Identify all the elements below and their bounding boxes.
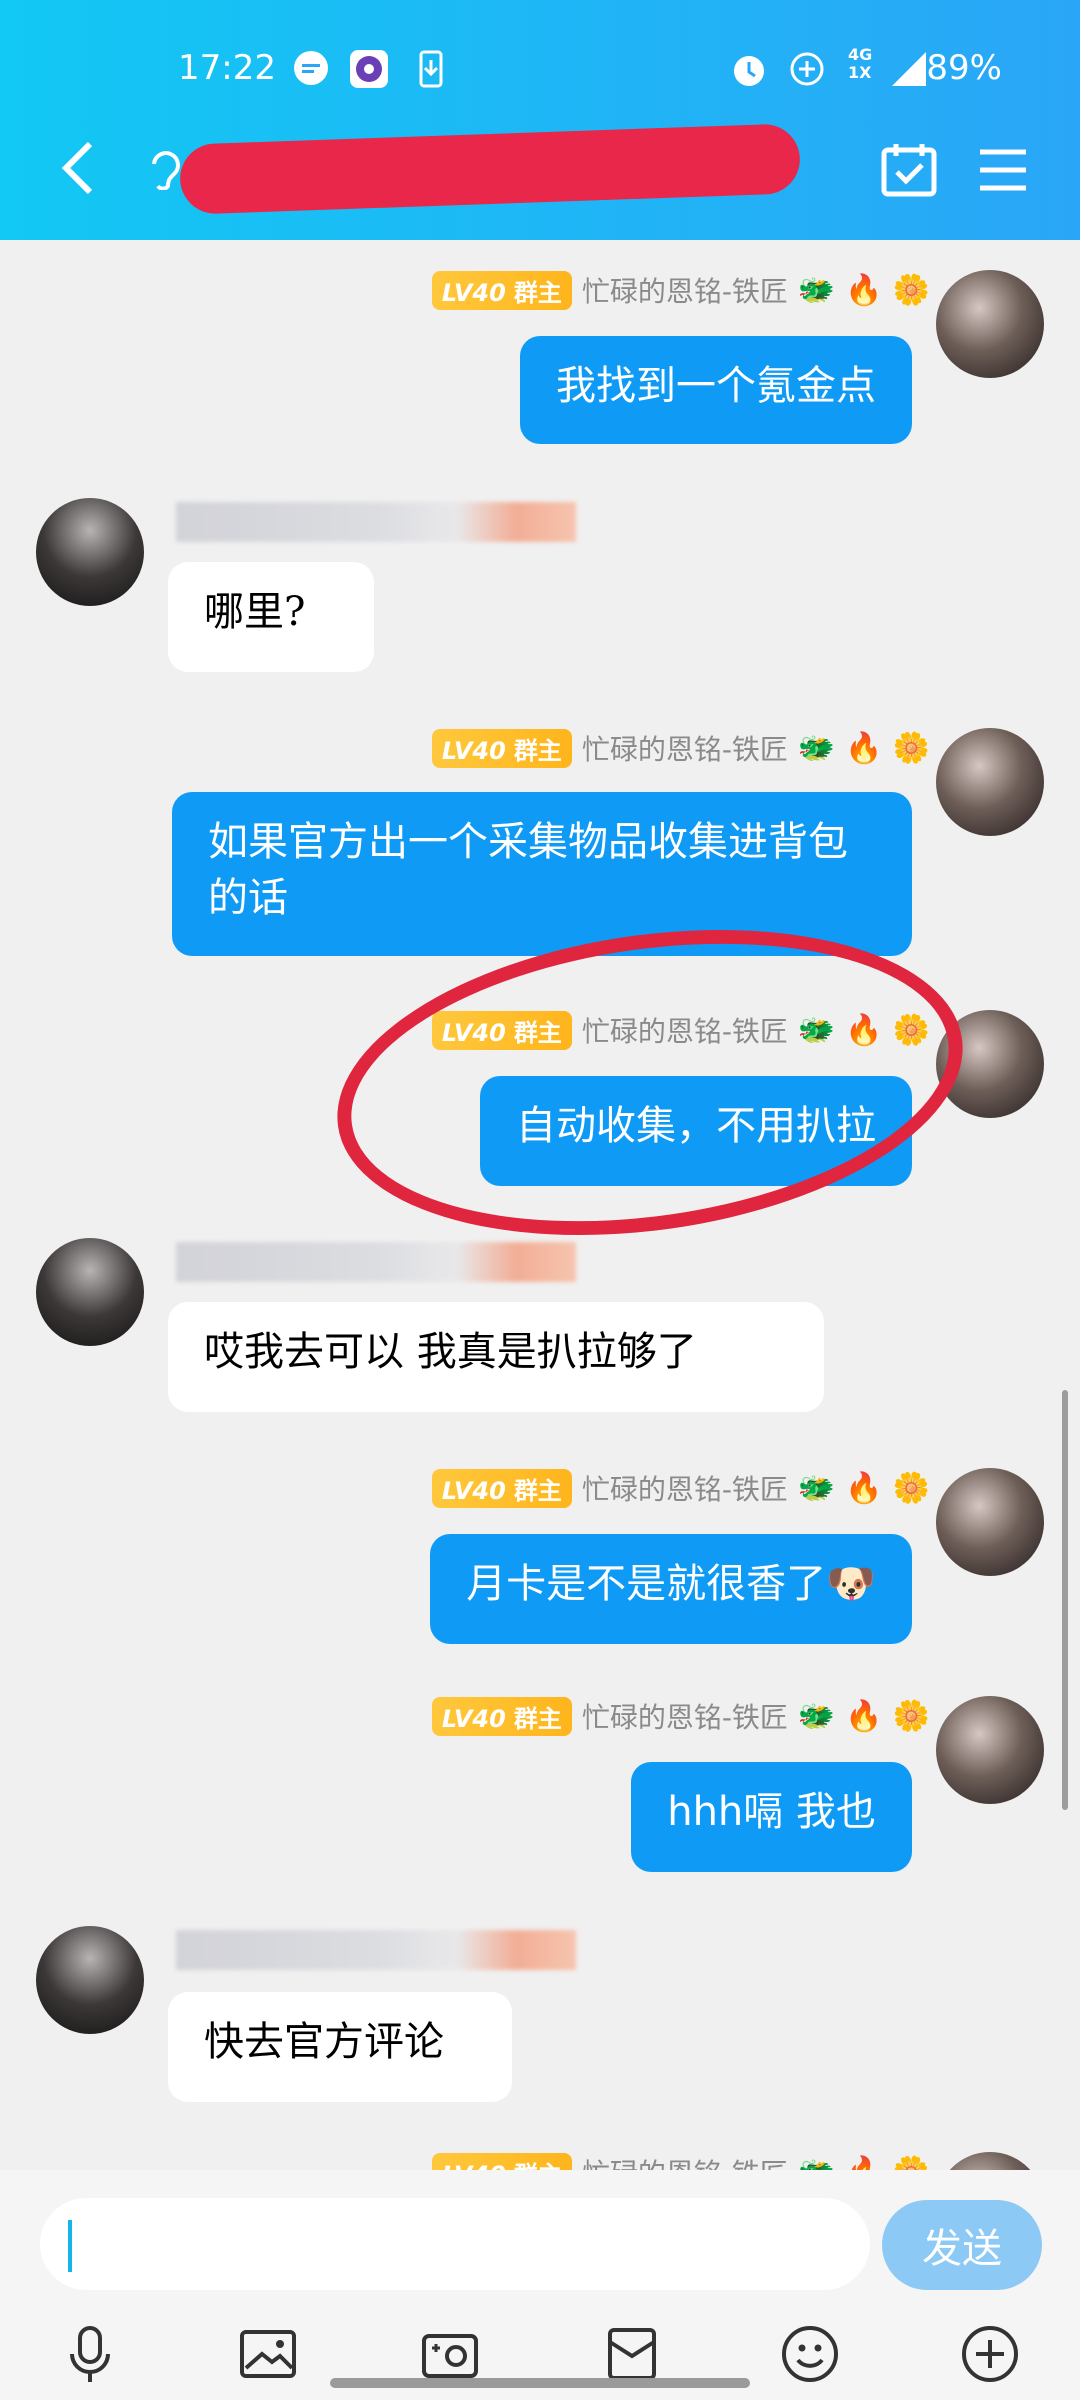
dragon-badge-icon: 🐲 [797, 1012, 836, 1048]
battery-level: 89% [926, 48, 1002, 88]
sender-name-blurred [176, 502, 576, 542]
hongbao-icon[interactable] [600, 2322, 664, 2386]
message-bubble[interactable]: hhh嗝 我也 [631, 1762, 912, 1872]
home-indicator[interactable] [330, 2378, 750, 2388]
back-icon[interactable] [58, 140, 98, 196]
fire-badge-icon: 🔥 [845, 2155, 882, 2171]
avatar[interactable] [936, 1010, 1044, 1118]
message-bubble[interactable]: 月卡是不是就很香了🐶 [430, 1534, 912, 1644]
dragon-badge-icon: 🐲 [797, 730, 836, 766]
message-bubble[interactable]: 自动收集，不用扒拉 [480, 1076, 912, 1186]
fire-badge-icon: 🔥 [845, 730, 883, 766]
level-badge: LV40群主 [431, 1010, 572, 1050]
send-button[interactable]: 发送 [882, 2200, 1042, 2290]
level-badge: LV40群主 [431, 1468, 572, 1508]
sender-name-blurred [176, 1930, 576, 1970]
avatar[interactable] [936, 270, 1044, 378]
message-bubble[interactable]: 哎我去可以 我真是扒拉够了 [168, 1302, 824, 1412]
dragon-badge-icon: 🐲 [797, 1470, 836, 1506]
ear-icon[interactable] [146, 148, 182, 190]
sender-meta: LV40群主 忙碌的恩铭-铁匠 🐲 🔥 🌼 [431, 1010, 930, 1050]
emoji-icon[interactable] [778, 2322, 842, 2386]
fire-badge-icon: 🔥 [845, 1470, 883, 1506]
download-icon [419, 50, 443, 88]
message-bubble[interactable]: 哪里? [168, 562, 374, 672]
plus-icon[interactable] [958, 2322, 1022, 2386]
text-caret [68, 2220, 72, 2272]
dragon-badge-icon: 🐲 [798, 2155, 835, 2171]
avatar[interactable] [36, 1926, 144, 2034]
avatar[interactable] [936, 2152, 1044, 2170]
scrollbar[interactable] [1062, 1390, 1068, 1810]
chat-bubble-icon [294, 51, 328, 85]
flower-badge-icon: 🌼 [892, 1470, 930, 1506]
flower-badge-icon: 🌼 [892, 1012, 930, 1048]
flower-badge-icon: 🌼 [893, 2155, 930, 2171]
avatar[interactable] [36, 1238, 144, 1346]
avatar[interactable] [936, 1696, 1044, 1804]
level-badge: LV40群主 [431, 728, 572, 768]
dragon-badge-icon: 🐲 [797, 1698, 836, 1734]
sender-name: 忙碌的恩铭-铁匠 [581, 275, 788, 308]
sender-meta: LV40群主 忙碌的恩铭-铁匠 🐲 🔥 🌼 [431, 728, 930, 768]
level-badge: LV40群主 [431, 2152, 572, 2170]
status-bar: 17:22 4G 1X 89% [0, 40, 1080, 100]
camera-icon[interactable] [418, 2322, 482, 2386]
sender-meta: LV40群主 忙碌的恩铭-铁匠 🐲 🔥 🌼 [431, 1468, 930, 1508]
message-input[interactable] [40, 2198, 870, 2290]
image-icon[interactable] [236, 2322, 300, 2386]
chat-messages[interactable]: LV40 群主 忙碌的恩铭-铁匠 🐲 🔥 🌼 我找到一个氪金点 哪里? LV40 群… [0, 240, 1080, 2170]
sender-name: 忙碌的恩铭-铁匠 [581, 733, 788, 766]
message-bubble[interactable]: 我找到一个氪金点 [520, 336, 912, 444]
level-badge: LV40群主 [431, 270, 572, 310]
data-saver-icon [790, 52, 824, 86]
calendar-check-icon[interactable] [880, 140, 938, 198]
sender-name: 忙碌的恩铭-铁匠 [581, 1015, 788, 1048]
level-badge: LV40群主 [431, 1696, 572, 1736]
signal-icon [892, 52, 926, 86]
sender-name: 忙碌的恩铭-铁匠 [581, 1473, 788, 1506]
alarm-icon [734, 56, 764, 86]
camera-lens-icon [350, 50, 388, 88]
microphone-icon[interactable] [58, 2322, 122, 2386]
fire-badge-icon: 🔥 [845, 1012, 883, 1048]
message-bubble[interactable]: 如果官方出一个采集物品收集进背包的话 [172, 792, 912, 956]
fire-badge-icon: 🔥 [845, 272, 883, 308]
sender-name: 忙碌的恩铭-铁匠 [582, 2152, 788, 2170]
sender-meta: LV40群主 忙碌的恩铭-铁匠 🐲 🔥 🌼 [431, 270, 930, 310]
flower-badge-icon: 🌼 [892, 1698, 930, 1734]
flower-badge-icon: 🌼 [892, 272, 930, 308]
input-bar: 发送 [0, 2170, 1080, 2400]
avatar[interactable] [936, 728, 1044, 836]
sender-name-blurred [176, 1242, 576, 1282]
message-bubble[interactable]: 快去官方评论 [168, 1992, 512, 2102]
top-bar: 17:22 4G1X 89% ) [0, 0, 1080, 240]
status-time: 17:22 [178, 48, 276, 88]
dragon-badge-icon: 🐲 [797, 272, 836, 308]
flower-badge-icon: 🌼 [892, 730, 930, 766]
avatar[interactable] [936, 1468, 1044, 1576]
avatar[interactable] [36, 498, 144, 606]
fire-badge-icon: 🔥 [845, 1698, 883, 1734]
sender-meta: LV40群主 忙碌的恩铭-铁匠 🐲 🔥 🌼 [431, 2152, 930, 2171]
network-type: 4G 1X [848, 45, 873, 82]
menu-icon[interactable] [978, 148, 1028, 192]
sender-name: 忙碌的恩铭-铁匠 [581, 1701, 788, 1734]
sender-meta: LV40群主 忙碌的恩铭-铁匠 🐲 🔥 🌼 [431, 1696, 930, 1736]
